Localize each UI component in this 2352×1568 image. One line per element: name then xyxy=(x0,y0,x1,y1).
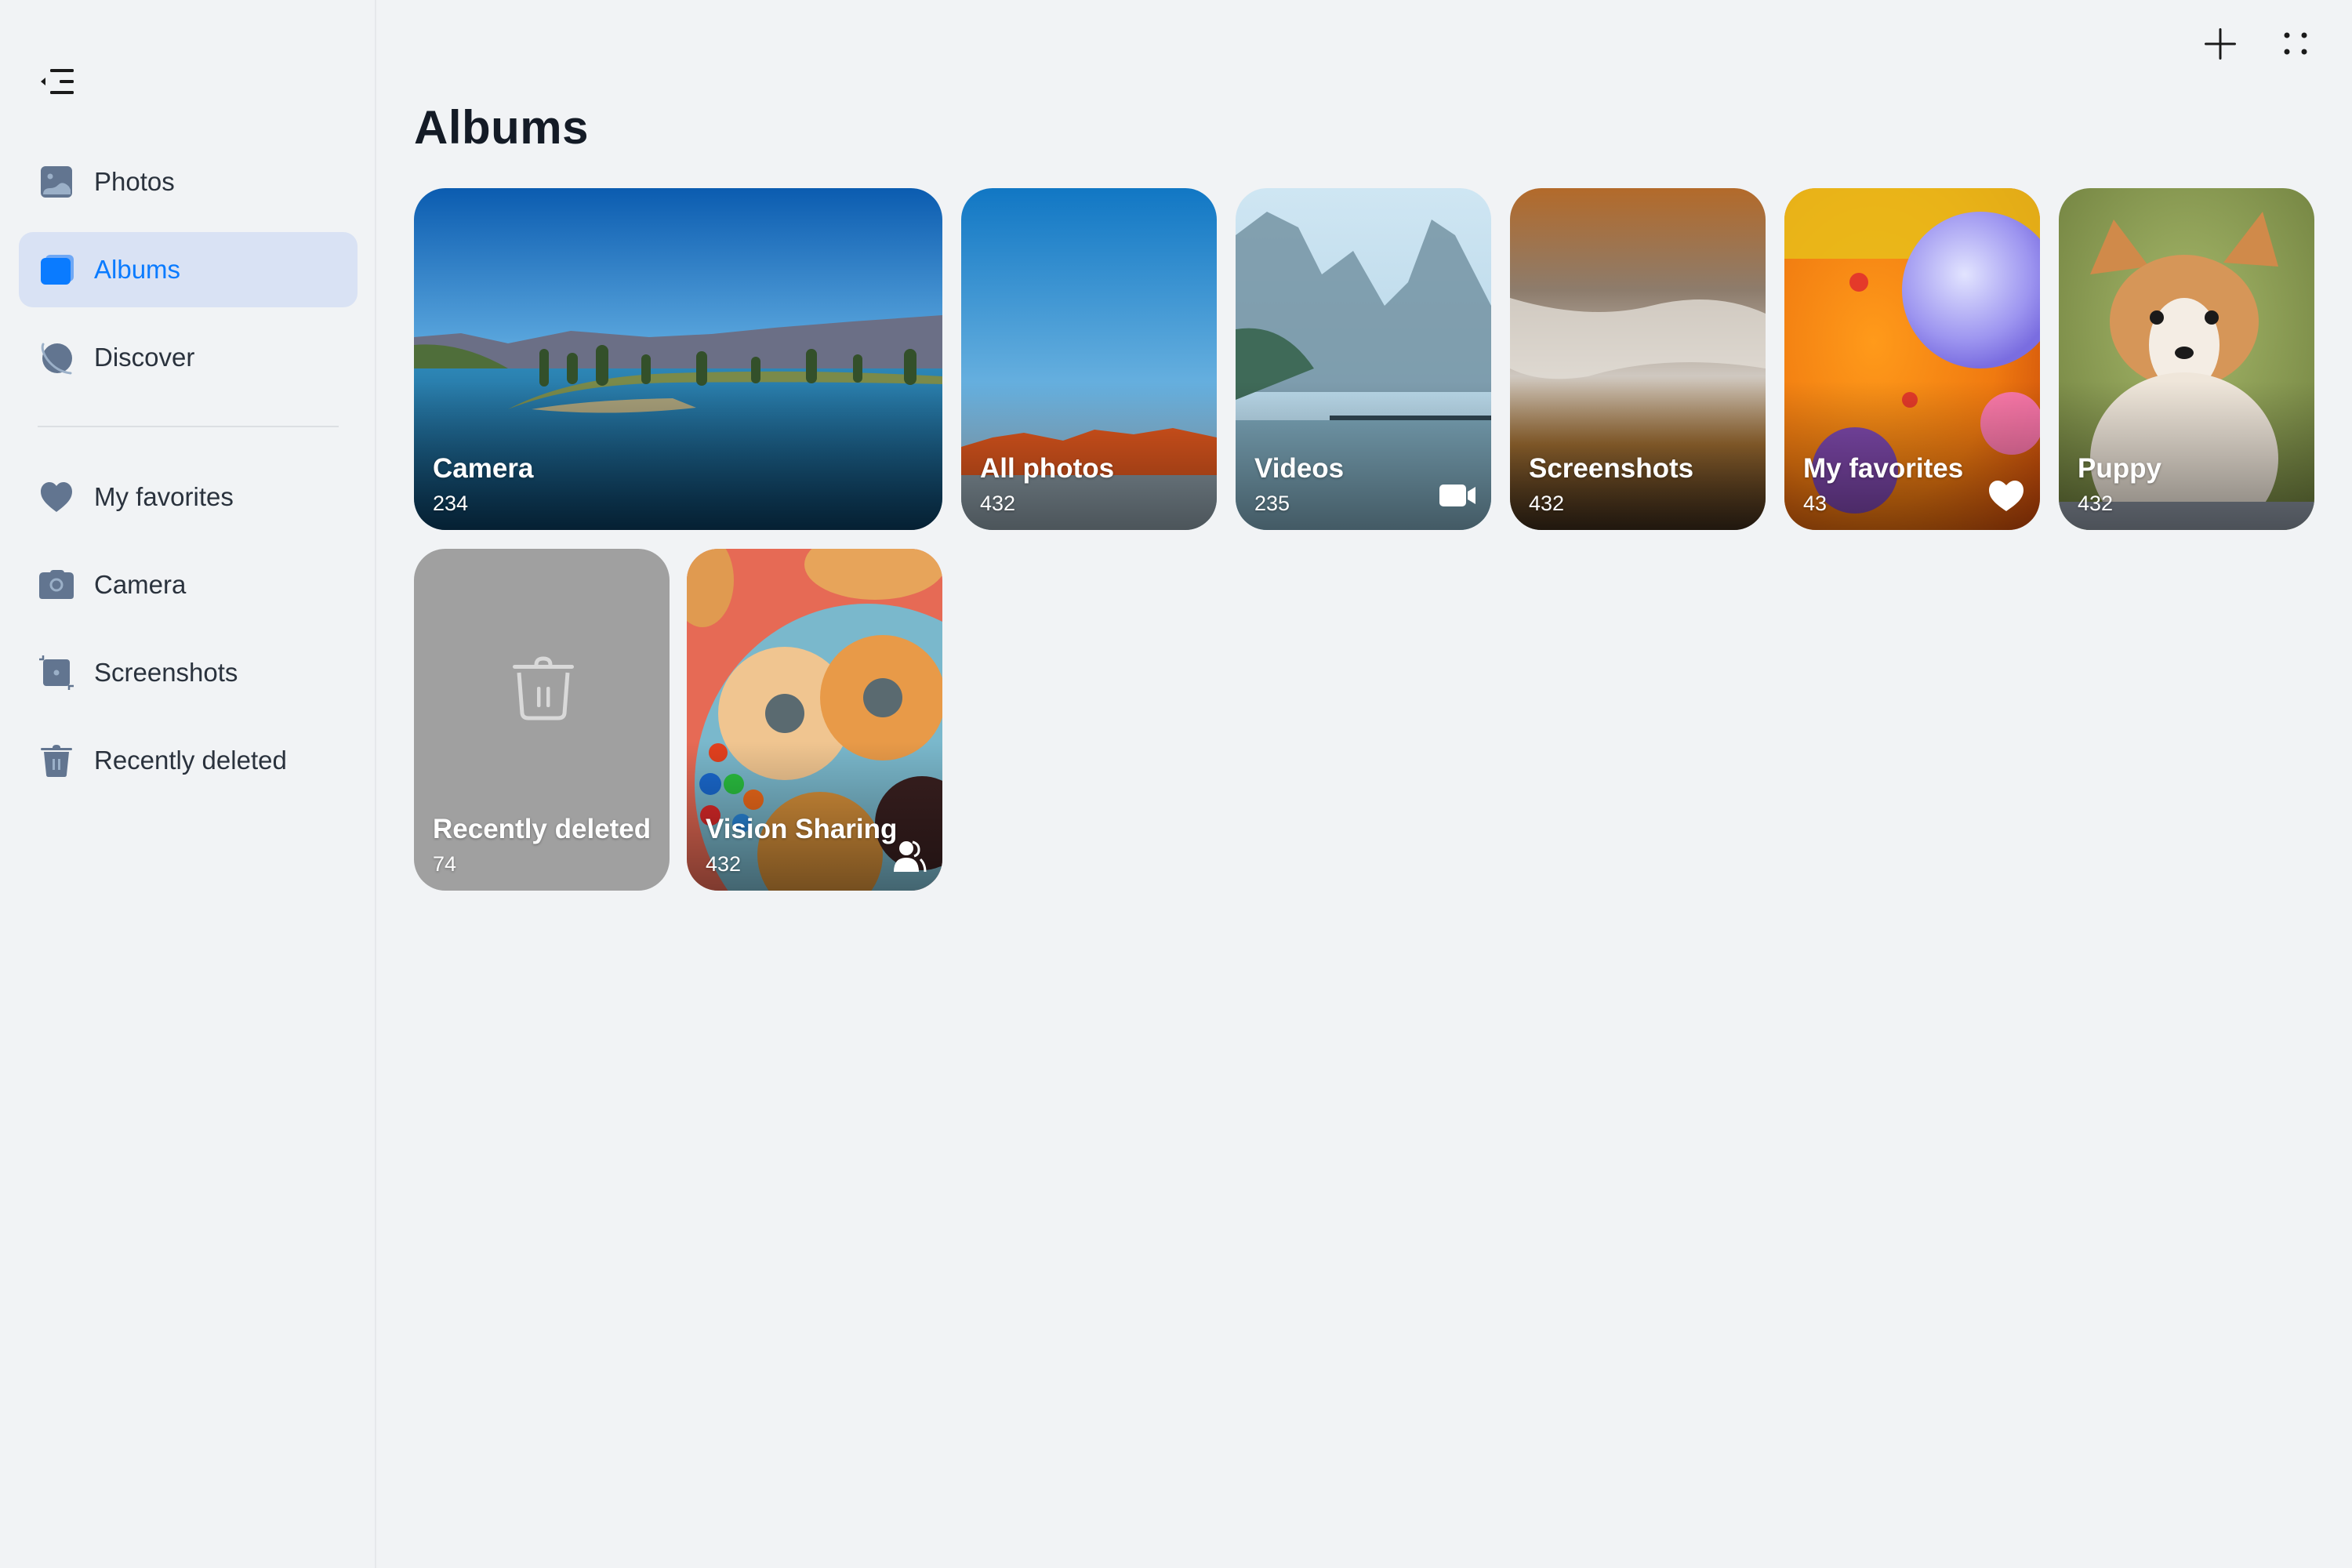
album-name: Puppy xyxy=(2078,453,2161,484)
album-name: My favorites xyxy=(1803,453,1964,484)
sidebar-item-photos[interactable]: Photos xyxy=(19,144,358,220)
sidebar-divider xyxy=(38,426,339,427)
sidebar-item-label: Photos xyxy=(94,167,175,196)
album-count: 74 xyxy=(433,852,457,876)
sidebar-item-my-favorites[interactable]: My favorites xyxy=(19,459,358,535)
album-recently-deleted[interactable]: Recently deleted 74 xyxy=(414,549,670,891)
album-count: 235 xyxy=(1254,492,1290,515)
trash-icon xyxy=(513,656,574,720)
sidebar-item-label: Camera xyxy=(94,570,187,599)
sidebar-collapse-button[interactable] xyxy=(34,61,78,102)
album-puppy[interactable]: Puppy 432 xyxy=(2059,188,2314,530)
sidebar-item-screenshots[interactable]: Screenshots xyxy=(19,635,358,710)
planet-icon xyxy=(41,343,72,375)
sidebar-item-label: Recently deleted xyxy=(94,746,287,775)
album-name: Recently deleted xyxy=(433,814,652,844)
sidebar-item-discover[interactable]: Discover xyxy=(19,320,358,395)
add-album-button[interactable] xyxy=(2197,20,2244,67)
trash-icon xyxy=(41,745,72,777)
album-vision-sharing[interactable]: Vision Sharing 432 xyxy=(687,549,942,891)
heart-icon xyxy=(1989,481,2024,511)
image-icon xyxy=(41,166,72,198)
album-count: 432 xyxy=(980,492,1016,515)
sidebar: Photos Albums Discover My favorites Came… xyxy=(0,0,376,1568)
page-title: Albums xyxy=(414,101,590,154)
album-my-favorites[interactable]: My favorites 43 xyxy=(1784,188,2040,530)
album-videos[interactable]: Videos 235 xyxy=(1236,188,1491,530)
shared-people-icon xyxy=(894,840,927,873)
screenshot-icon xyxy=(39,655,74,690)
album-name: Vision Sharing xyxy=(706,814,898,844)
sidebar-item-label: Albums xyxy=(94,255,181,284)
album-all-photos[interactable]: All photos 432 xyxy=(961,188,1217,530)
sidebar-item-recently-deleted[interactable]: Recently deleted xyxy=(19,723,358,798)
albums-icon xyxy=(41,255,74,285)
album-name: Videos xyxy=(1254,453,1345,484)
sidebar-item-label: Discover xyxy=(94,343,195,372)
album-name: Camera xyxy=(433,453,534,484)
camera-icon xyxy=(39,570,74,599)
video-icon xyxy=(1439,485,1475,506)
four-dots-icon xyxy=(2284,32,2307,55)
heart-icon xyxy=(41,482,72,512)
album-count: 432 xyxy=(1529,492,1565,515)
album-name: Screenshots xyxy=(1529,453,1694,484)
sidebar-item-label: Screenshots xyxy=(94,658,238,687)
album-count: 432 xyxy=(2078,492,2114,515)
plus-icon xyxy=(2205,28,2236,60)
sidebar-collapse-icon xyxy=(41,69,74,94)
album-count: 43 xyxy=(1803,492,1828,515)
sidebar-item-label: My favorites xyxy=(94,482,234,511)
sidebar-item-camera[interactable]: Camera xyxy=(19,547,358,622)
album-camera[interactable]: Camera 234 xyxy=(414,188,942,530)
more-options-button[interactable] xyxy=(2272,20,2319,67)
album-count: 432 xyxy=(706,852,742,876)
album-name: All photos xyxy=(980,453,1115,484)
album-count: 234 xyxy=(433,492,469,515)
sidebar-item-albums[interactable]: Albums xyxy=(19,232,358,307)
album-screenshots[interactable]: Screenshots 432 xyxy=(1510,188,1766,530)
